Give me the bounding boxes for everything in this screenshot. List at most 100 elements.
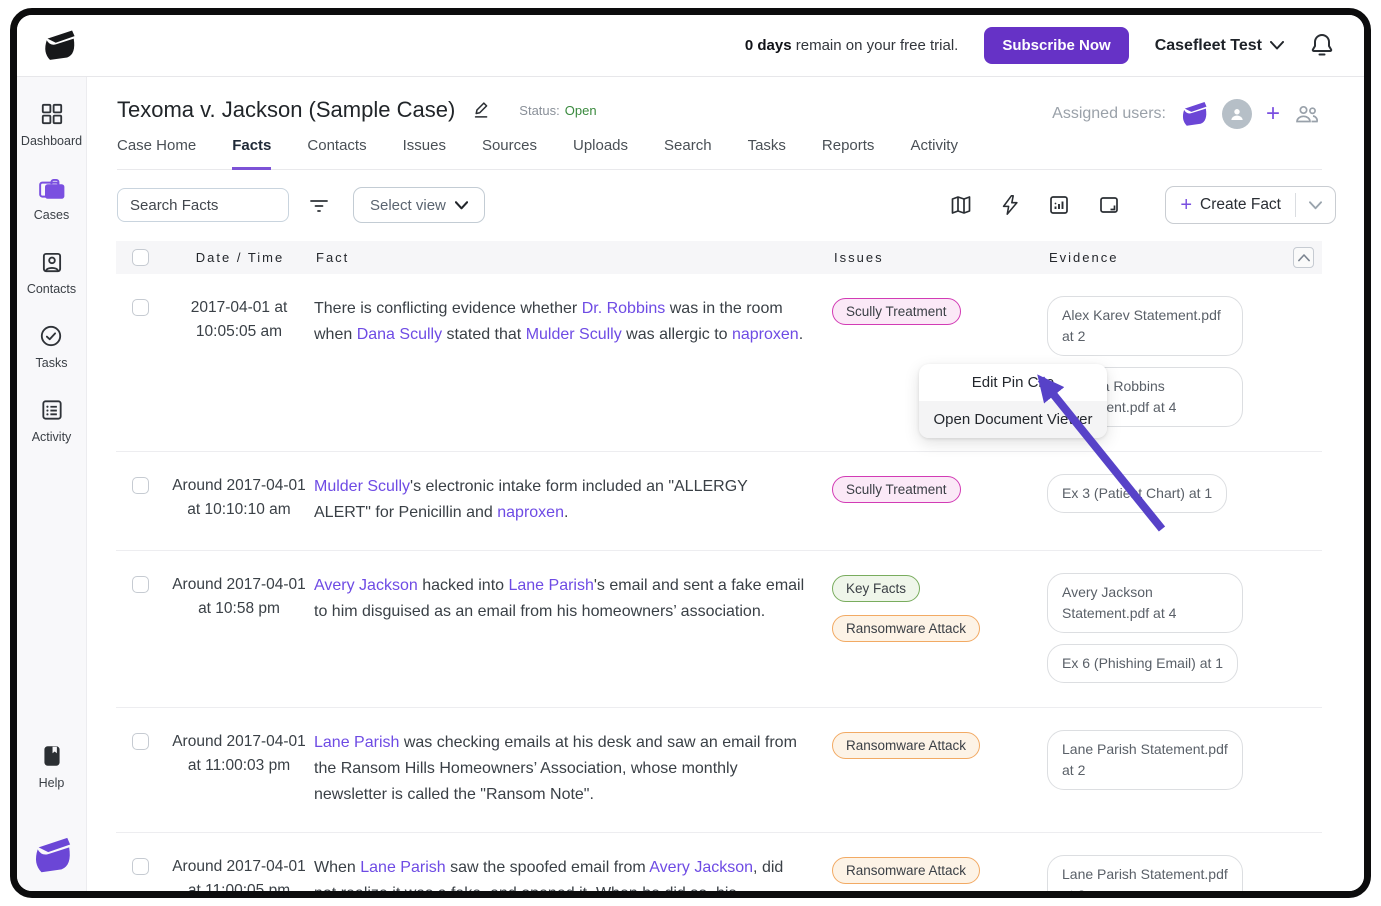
check-circle-icon bbox=[38, 323, 64, 349]
tab-reports[interactable]: Reports bbox=[822, 137, 875, 170]
facts-table: Date / Time Fact Issues Evidence 2017-04… bbox=[116, 241, 1322, 898]
table-row: Around 2017-04-01 at 11:00:03 pmLane Par… bbox=[116, 708, 1322, 833]
entity-link[interactable]: Dr. Robbins bbox=[582, 300, 666, 317]
chart-icon[interactable] bbox=[1047, 193, 1071, 217]
fact-datetime: Around 2017-04-01 at 11:00:05 pm bbox=[164, 855, 314, 898]
create-fact-button[interactable]: + Create Fact bbox=[1165, 186, 1336, 224]
tab-case-home[interactable]: Case Home bbox=[117, 137, 196, 170]
entity-link[interactable]: Mulder Scully bbox=[314, 478, 410, 495]
row-checkbox[interactable] bbox=[132, 299, 149, 316]
frame-icon[interactable] bbox=[1097, 193, 1121, 217]
menu-item-open-document-viewer[interactable]: Open Document Viewer bbox=[919, 401, 1107, 438]
tab-activity[interactable]: Activity bbox=[910, 137, 958, 170]
collapse-icon[interactable] bbox=[1293, 247, 1314, 268]
issue-tag[interactable]: Ransomware Attack bbox=[832, 732, 980, 759]
menu-item-edit-pin-cite[interactable]: Edit Pin Cite bbox=[919, 364, 1107, 401]
entity-link[interactable]: naproxen bbox=[732, 326, 799, 343]
issue-tag[interactable]: Key Facts bbox=[832, 575, 920, 602]
table-header: Date / Time Fact Issues Evidence bbox=[116, 241, 1322, 274]
sidebar-item-cases[interactable]: Cases bbox=[34, 175, 69, 222]
issues-cell: Scully Treatment bbox=[832, 474, 1047, 503]
entity-link[interactable]: Lane Parish bbox=[508, 577, 593, 594]
entity-link[interactable]: Avery Jackson bbox=[649, 859, 753, 876]
sidebar-item-activity[interactable]: Activity bbox=[32, 397, 72, 444]
filter-icon[interactable] bbox=[307, 193, 331, 217]
fact-text: Avery Jackson hacked into Lane Parish's … bbox=[314, 573, 832, 625]
evidence-chip[interactable]: Alex Karev Statement.pdf at 2 bbox=[1047, 296, 1243, 356]
page-title: Texoma v. Jackson (Sample Case) bbox=[117, 97, 455, 123]
tab-contacts[interactable]: Contacts bbox=[307, 137, 366, 170]
casefleet-logo-icon[interactable] bbox=[39, 28, 79, 64]
select-view-button[interactable]: Select view bbox=[353, 187, 485, 223]
sidebar-item-help[interactable]: Help bbox=[39, 743, 65, 790]
lightning-icon[interactable] bbox=[999, 193, 1021, 217]
bell-icon[interactable] bbox=[1310, 33, 1334, 59]
casefleet-avatar[interactable] bbox=[1178, 100, 1210, 129]
column-header-fact: Fact bbox=[314, 250, 832, 265]
evidence-chip[interactable]: Lane Parish Statement.pdf at 2 bbox=[1047, 855, 1243, 898]
sidebar-item-tasks[interactable]: Tasks bbox=[36, 323, 68, 370]
fact-text: Mulder Scully's electronic intake form i… bbox=[314, 474, 832, 526]
status-badge: Open bbox=[565, 103, 597, 118]
tab-bar: Case Home Facts Contacts Issues Sources Uploa… bbox=[117, 137, 1322, 170]
facts-toolbar: Select view bbox=[87, 170, 1364, 237]
evidence-chip[interactable]: Ex 3 (Patient Chart) at 1 bbox=[1047, 474, 1227, 513]
fact-segment: was allergic to bbox=[622, 326, 732, 343]
tab-sources[interactable]: Sources bbox=[482, 137, 537, 170]
facts-table-body: 2017-04-01 at 10:05:05 amThere is confli… bbox=[116, 274, 1322, 898]
column-header-issues: Issues bbox=[832, 250, 1047, 265]
sidebar-label: Dashboard bbox=[21, 134, 82, 148]
entity-link[interactable]: Avery Jackson bbox=[314, 577, 418, 594]
entity-link[interactable]: Mulder Scully bbox=[526, 326, 622, 343]
issue-tag[interactable]: Scully Treatment bbox=[832, 476, 961, 503]
column-header-date: Date / Time bbox=[164, 250, 314, 265]
sidebar-label: Help bbox=[39, 776, 65, 790]
issue-tag[interactable]: Ransomware Attack bbox=[832, 615, 980, 642]
issue-tag[interactable]: Ransomware Attack bbox=[832, 857, 980, 884]
entity-link[interactable]: Lane Parish bbox=[360, 859, 445, 876]
create-fact-caret[interactable] bbox=[1296, 187, 1335, 223]
tab-search[interactable]: Search bbox=[664, 137, 712, 170]
fact-datetime: Around 2017-04-01 at 10:10:10 am bbox=[164, 474, 314, 522]
search-input[interactable] bbox=[117, 188, 289, 222]
fact-datetime: Around 2017-04-01 at 11:00:03 pm bbox=[164, 730, 314, 778]
entity-link[interactable]: Lane Parish bbox=[314, 734, 399, 751]
add-user-button[interactable]: + bbox=[1266, 102, 1280, 126]
sidebar-item-contacts[interactable]: Contacts bbox=[27, 249, 76, 296]
evidence-chip[interactable]: Avery Jackson Statement.pdf at 4 bbox=[1047, 573, 1243, 633]
casefleet-logo-icon[interactable] bbox=[29, 835, 75, 877]
row-checkbox[interactable] bbox=[132, 733, 149, 750]
sidebar-label: Activity bbox=[32, 430, 72, 444]
account-menu[interactable]: Casefleet Test bbox=[1155, 37, 1284, 55]
evidence-cell: Ex 3 (Patient Chart) at 1 bbox=[1047, 474, 1322, 513]
sidebar-item-dashboard[interactable]: Dashboard bbox=[21, 101, 82, 148]
row-checkbox[interactable] bbox=[132, 858, 149, 875]
row-checkbox[interactable] bbox=[132, 576, 149, 593]
select-all-checkbox[interactable] bbox=[132, 249, 149, 266]
tab-tasks[interactable]: Tasks bbox=[748, 137, 786, 170]
manage-users-icon[interactable] bbox=[1294, 103, 1320, 125]
sidebar: Dashboard Cases Contacts bbox=[17, 77, 87, 891]
evidence-chip[interactable]: Lane Parish Statement.pdf at 2 bbox=[1047, 730, 1243, 790]
fact-segment: When bbox=[314, 859, 360, 876]
entity-link[interactable]: naproxen bbox=[497, 504, 564, 521]
status-label: Status: bbox=[519, 103, 559, 118]
column-header-evidence: Evidence bbox=[1047, 250, 1322, 265]
fact-datetime: Around 2017-04-01 at 10:58 pm bbox=[164, 573, 314, 621]
sidebar-label: Tasks bbox=[36, 356, 68, 370]
tab-facts[interactable]: Facts bbox=[232, 137, 271, 170]
row-checkbox[interactable] bbox=[132, 477, 149, 494]
edit-pencil-icon[interactable] bbox=[471, 99, 493, 121]
map-icon[interactable] bbox=[949, 193, 973, 217]
evidence-cell: Lane Parish Statement.pdf at 2 bbox=[1047, 730, 1322, 790]
evidence-chip[interactable]: Ex 6 (Phishing Email) at 1 bbox=[1047, 644, 1238, 683]
issue-tag[interactable]: Scully Treatment bbox=[832, 298, 961, 325]
entity-link[interactable]: Dana Scully bbox=[357, 326, 442, 343]
table-row: Around 2017-04-01 at 10:58 pmAvery Jacks… bbox=[116, 551, 1322, 708]
select-view-label: Select view bbox=[370, 197, 446, 214]
tab-uploads[interactable]: Uploads bbox=[573, 137, 628, 170]
subscribe-now-button[interactable]: Subscribe Now bbox=[984, 27, 1128, 64]
trial-banner: 0 days remain on your free trial. bbox=[745, 37, 958, 54]
tab-issues[interactable]: Issues bbox=[403, 137, 446, 170]
avatar[interactable] bbox=[1222, 99, 1252, 129]
